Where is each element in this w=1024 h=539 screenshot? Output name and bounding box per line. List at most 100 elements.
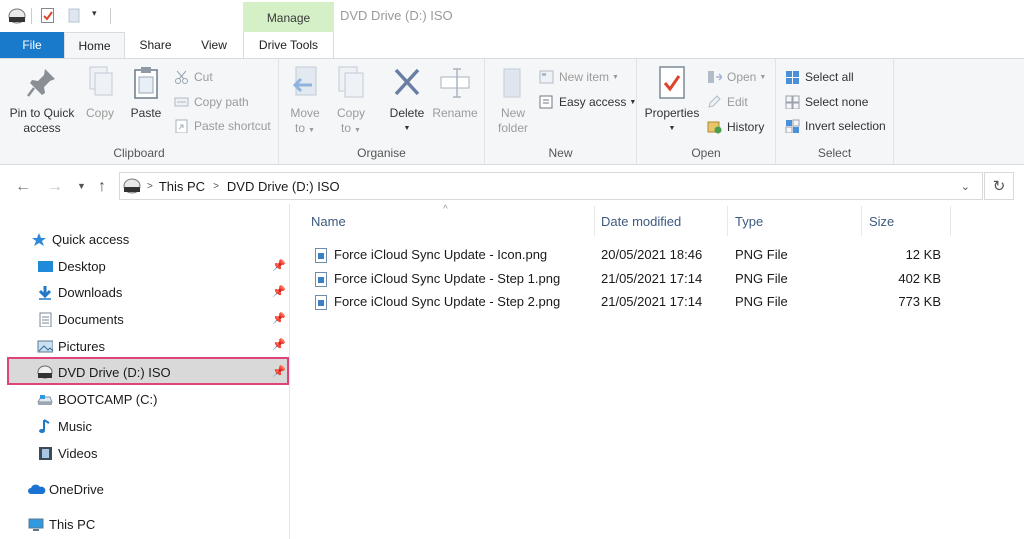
cut-button[interactable]: Cut (174, 67, 213, 87)
nav-label-this-pc: This PC (49, 516, 96, 532)
paste-shortcut-button[interactable]: Paste shortcut (174, 116, 271, 136)
pin-to-quick-access-button[interactable]: Pin to Quick access (6, 65, 78, 136)
file-row[interactable]: Force iCloud Sync Update - Icon.png 20/0… (311, 244, 961, 266)
tab-share[interactable]: Share (128, 32, 183, 58)
forward-arrow-icon[interactable]: → (47, 178, 63, 196)
invert-selection-label: Invert selection (805, 119, 886, 133)
onedrive-cloud-icon (28, 482, 46, 497)
manage-context-tab[interactable]: Manage (243, 2, 334, 33)
nav-label-onedrive: OneDrive (49, 481, 104, 497)
nav-item-documents[interactable]: Documents (37, 307, 124, 331)
tab-file[interactable]: File (0, 32, 64, 58)
move-to-label-1: Move (290, 106, 320, 120)
edit-label: Edit (727, 95, 748, 109)
breadcrumb-location[interactable]: DVD Drive (D:) ISO (227, 179, 340, 194)
open-group-label: Open (691, 146, 721, 160)
open-icon (707, 70, 724, 84)
refresh-icon: ↻ (992, 178, 1006, 195)
column-divider[interactable] (861, 206, 862, 236)
rename-button[interactable]: Rename (431, 65, 479, 121)
copy-to-button[interactable]: Copy to ▼ (331, 65, 371, 138)
desktop-icon (37, 259, 53, 274)
new-item-button[interactable]: New item ▼ (539, 67, 619, 87)
pin-icon[interactable]: 📌 (272, 338, 286, 351)
history-button[interactable]: History (707, 117, 764, 137)
nav-item-this-pc[interactable]: This PC (28, 512, 95, 536)
nav-item-downloads[interactable]: Downloads (37, 280, 122, 304)
breadcrumb-separator-icon: > (213, 180, 219, 192)
nav-item-desktop[interactable]: Desktop (37, 254, 106, 278)
open-group: Properties ▼ Open ▼ Edit History Open (637, 59, 776, 164)
new-folder-label-2: folder (497, 121, 529, 135)
column-header-size[interactable]: Size (869, 214, 894, 229)
copy-to-label-1: Copy (336, 106, 365, 120)
column-header-name[interactable]: Name (311, 214, 346, 229)
column-header-type[interactable]: Type (735, 214, 763, 229)
nav-label-videos: Videos (58, 445, 98, 461)
easy-access-button[interactable]: Easy access ▼ (539, 92, 636, 112)
recent-locations-chevron-icon[interactable]: ▼ (77, 181, 86, 191)
new-folder-button[interactable]: New folder (493, 65, 533, 136)
file-date: 20/05/2021 18:46 (601, 247, 703, 262)
pin-label-2: access (23, 121, 61, 135)
nav-label-downloads: Downloads (58, 284, 123, 300)
column-divider[interactable] (594, 206, 595, 236)
file-name: Force iCloud Sync Update - Icon.png (334, 247, 548, 262)
refresh-button[interactable]: ↻ (984, 172, 1014, 200)
pin-icon[interactable]: 📌 (272, 285, 286, 298)
nav-item-music[interactable]: Music (37, 414, 92, 438)
new-folder-quick-icon[interactable] (68, 8, 80, 23)
column-divider[interactable] (727, 206, 728, 236)
paste-button[interactable]: Paste (124, 65, 168, 121)
nav-item-bootcamp[interactable]: BOOTCAMP (C:) (37, 387, 157, 411)
invert-selection-icon (785, 119, 800, 134)
select-all-button[interactable]: Select all (785, 67, 854, 87)
breadcrumb-this-pc[interactable]: This PC (159, 179, 205, 194)
copy-button[interactable]: Copy (80, 65, 120, 121)
properties-button[interactable]: Properties ▼ (641, 65, 703, 136)
documents-icon (37, 312, 53, 327)
select-group-label: Select (817, 146, 852, 160)
tab-view[interactable]: View (188, 32, 240, 58)
pin-icon[interactable]: 📌 (272, 365, 286, 378)
copy-path-button[interactable]: Copy path (174, 92, 249, 112)
delete-button[interactable]: Delete ▼ (387, 65, 427, 136)
select-none-button[interactable]: Select none (785, 92, 868, 112)
open-button[interactable]: Open ▼ (707, 67, 766, 87)
png-file-icon (315, 272, 327, 287)
music-note-icon (37, 418, 53, 434)
paste-shortcut-label: Paste shortcut (194, 119, 271, 133)
move-to-button[interactable]: Move to ▼ (285, 65, 325, 138)
address-dropdown-chevron-icon[interactable]: ⌄ (961, 180, 970, 193)
nav-item-onedrive[interactable]: OneDrive (28, 477, 104, 501)
file-row[interactable]: Force iCloud Sync Update - Step 2.png 21… (311, 291, 961, 313)
properties-quick-icon[interactable] (40, 7, 56, 24)
address-bar[interactable]: > This PC > DVD Drive (D:) ISO ⌄ (119, 172, 983, 200)
select-none-label: Select none (805, 95, 869, 109)
edit-button[interactable]: Edit (707, 92, 748, 112)
up-arrow-icon[interactable]: ↑ (98, 178, 106, 196)
copy-icon (83, 65, 117, 101)
rename-label: Rename (432, 106, 478, 120)
ribbon: Pin to Quick access Copy Paste Cut Copy … (0, 58, 1024, 165)
tab-home[interactable]: Home (64, 32, 125, 59)
pin-icon[interactable]: 📌 (272, 312, 286, 325)
nav-item-videos[interactable]: Videos (37, 441, 98, 465)
file-row[interactable]: Force iCloud Sync Update - Step 1.png 21… (311, 268, 961, 290)
back-arrow-icon[interactable]: ← (15, 178, 31, 196)
nav-label-dvd: DVD Drive (D:) ISO (58, 364, 171, 380)
pin-icon (25, 65, 59, 101)
title-bar: ▾ Manage DVD Drive (D:) ISO (0, 0, 1024, 33)
customize-qat-icon[interactable]: ▾ (92, 8, 97, 19)
pin-icon[interactable]: 📌 (272, 259, 286, 272)
nav-item-quick-access[interactable]: Quick access (31, 227, 129, 251)
nav-item-dvd-drive[interactable]: DVD Drive (D:) ISO (37, 360, 171, 384)
nav-item-pictures[interactable]: Pictures (37, 334, 105, 358)
new-group-label: New (548, 146, 573, 160)
invert-selection-button[interactable]: Invert selection (785, 116, 886, 136)
tab-drive-tools[interactable]: Drive Tools (243, 32, 334, 58)
dvd-drive-icon (37, 365, 53, 380)
nav-label-music: Music (58, 418, 92, 434)
column-header-date-modified[interactable]: Date modified (601, 214, 681, 229)
column-divider[interactable] (950, 206, 951, 236)
